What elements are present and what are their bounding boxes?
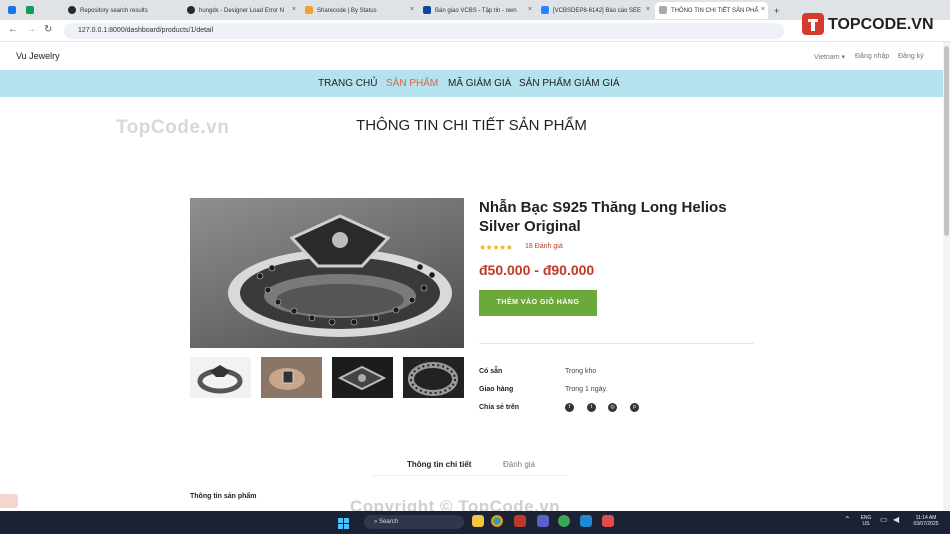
menu-item-sale-products[interactable]: SẢN PHẨM GIẢM GIÁ: [519, 78, 620, 89]
menu-item-products[interactable]: SẢN PHẨM: [386, 78, 438, 89]
windows-logo-icon: [338, 518, 349, 529]
clock[interactable]: 11:14 AM 03/07/2025: [906, 515, 946, 527]
shipping-value: Trong 1 ngày.: [565, 386, 608, 393]
tab-label: Sharecode | By Status: [317, 7, 377, 14]
volume-icon[interactable]: ◀: [893, 515, 899, 524]
product-thumbnail-1[interactable]: [190, 357, 251, 398]
register-link[interactable]: Đăng ký: [898, 53, 924, 60]
facebook-icon[interactable]: f: [565, 403, 574, 412]
browser-tab-4[interactable]: hungdx - Designer Load Error N ×: [183, 2, 299, 19]
menu-item-home[interactable]: TRANG CHỦ: [318, 78, 377, 89]
chrome-icon[interactable]: [491, 515, 503, 527]
ring-side-view-image: [408, 362, 458, 396]
availability-value: Trong kho: [565, 368, 597, 375]
taskbar-search-input[interactable]: ⌕ Search: [364, 515, 464, 529]
tab-label: [VCBSDEP8-6142] Báo cáo SEE: [553, 7, 642, 14]
teams-icon[interactable]: [537, 515, 549, 527]
tab-favicon-icon: [8, 6, 16, 14]
new-tab-button[interactable]: +: [770, 2, 786, 19]
language-select[interactable]: Vietnam ▾: [814, 53, 845, 61]
menu-item-coupons[interactable]: MÃ GIẢM GIÁ: [448, 78, 511, 89]
sheets-icon: [26, 6, 34, 14]
star-icon: ★: [499, 243, 506, 252]
tab-product-info[interactable]: Thông tin chi tiết: [407, 460, 471, 469]
caret-down-icon: ▾: [841, 54, 846, 61]
add-to-cart-button[interactable]: THÊM VÀO GIỎ HÀNG: [479, 290, 597, 316]
product-price: đ50.000 - đ90.000: [479, 262, 595, 278]
drive-icon: [423, 6, 431, 14]
star-icon: ★: [505, 243, 513, 252]
url-input[interactable]: 127.0.0.1:8000/dashboard/products/1/deta…: [64, 23, 784, 39]
divider: [479, 343, 754, 344]
share-label: Chia sẻ trên: [479, 404, 520, 411]
product-main-image[interactable]: [190, 198, 464, 348]
close-icon[interactable]: ×: [410, 6, 414, 13]
product-info-heading: Thông tin sản phẩm: [190, 493, 257, 500]
product-thumbnail-4[interactable]: [403, 357, 464, 398]
jira-icon: [541, 6, 549, 14]
star-icon: ★: [479, 243, 486, 252]
start-icon[interactable]: [338, 516, 349, 529]
close-icon[interactable]: ×: [292, 6, 296, 13]
browser-tab-3[interactable]: Repository search results: [64, 2, 182, 19]
search-placeholder: Search: [379, 519, 399, 525]
availability-label: Có sẵn: [479, 368, 503, 375]
shipping-label: Giao hàng: [479, 386, 514, 393]
pinterest-icon[interactable]: p: [630, 403, 639, 412]
language-label: Vietnam: [814, 54, 840, 61]
tab-label: THÔNG TIN CHI TIẾT SẢN PHẨ: [671, 7, 759, 14]
star-icon: ★: [492, 243, 500, 252]
browser-tab-2[interactable]: [22, 2, 62, 19]
github-icon: [187, 6, 195, 14]
back-icon[interactable]: ←: [8, 24, 18, 35]
ring-top-view-image: [337, 365, 387, 391]
browser-tab-active[interactable]: THÔNG TIN CHI TIẾT SẢN PHẨ ×: [655, 2, 768, 19]
chevron-up-icon[interactable]: ⌃: [844, 515, 851, 524]
file-explorer-icon[interactable]: [472, 515, 484, 527]
site-brand[interactable]: Vu Jewelry: [16, 51, 60, 61]
ring-on-hand-image: [261, 357, 322, 398]
product-thumbnail-2[interactable]: [261, 357, 322, 398]
close-icon[interactable]: ×: [646, 6, 650, 13]
browser-tab-7[interactable]: [VCBSDEP8-6142] Báo cáo SEE ×: [537, 2, 653, 19]
login-link[interactable]: Đăng nhập: [855, 53, 889, 60]
scrollbar-thumb[interactable]: [944, 46, 949, 236]
tab-favicon-icon: [659, 6, 667, 14]
app-icon-green[interactable]: [558, 515, 570, 527]
forward-icon[interactable]: →: [26, 24, 36, 35]
tab-label: Repository search results: [80, 7, 148, 14]
close-icon[interactable]: ×: [761, 6, 765, 13]
region-code: US: [862, 521, 870, 527]
browser-tab-1[interactable]: [4, 2, 20, 19]
language-indicator[interactable]: ENG US: [858, 515, 874, 527]
search-icon: ⌕: [374, 519, 378, 525]
tab-reviews[interactable]: Đánh giá: [503, 460, 535, 469]
app-icon-red[interactable]: [602, 515, 614, 527]
clock-date: 03/07/2025: [913, 521, 939, 527]
vscode-icon[interactable]: [580, 515, 592, 527]
tab-label: hungdx - Designer Load Error N: [199, 7, 285, 14]
watermark: TopCode.vn: [116, 117, 230, 138]
app-icon[interactable]: [514, 515, 526, 527]
github-icon: [68, 6, 76, 14]
product-name: Nhẫn Bạc S925 Thăng Long Helios Silver O…: [479, 199, 727, 235]
ring-thumbnail-image: [197, 365, 243, 394]
twitter-icon[interactable]: t: [587, 403, 596, 412]
browser-tab-5[interactable]: Sharecode | By Status ×: [301, 2, 417, 19]
review-count[interactable]: 18 Đánh giá: [525, 243, 563, 250]
browser-tab-6[interactable]: Bàn giao VCBS - Tập tin - own ×: [419, 2, 535, 19]
instagram-icon[interactable]: ◎: [608, 403, 617, 412]
tab-label: Bàn giao VCBS - Tập tin - own: [435, 7, 517, 14]
reload-icon[interactable]: ↻: [44, 24, 52, 35]
tab-divider: [372, 475, 567, 476]
rating-stars: ★★★★★: [479, 243, 513, 252]
sharecode-icon: [305, 6, 313, 14]
ring-image: [228, 214, 452, 337]
product-thumbnail-3[interactable]: [332, 357, 393, 398]
network-icon[interactable]: ▭: [880, 515, 888, 524]
debugbar-icon[interactable]: [0, 494, 18, 508]
topcode-logo: TOPCODE.VN: [800, 10, 934, 40]
close-icon[interactable]: ×: [528, 6, 532, 13]
topcode-logo-text: TOPCODE.VN: [828, 16, 934, 33]
